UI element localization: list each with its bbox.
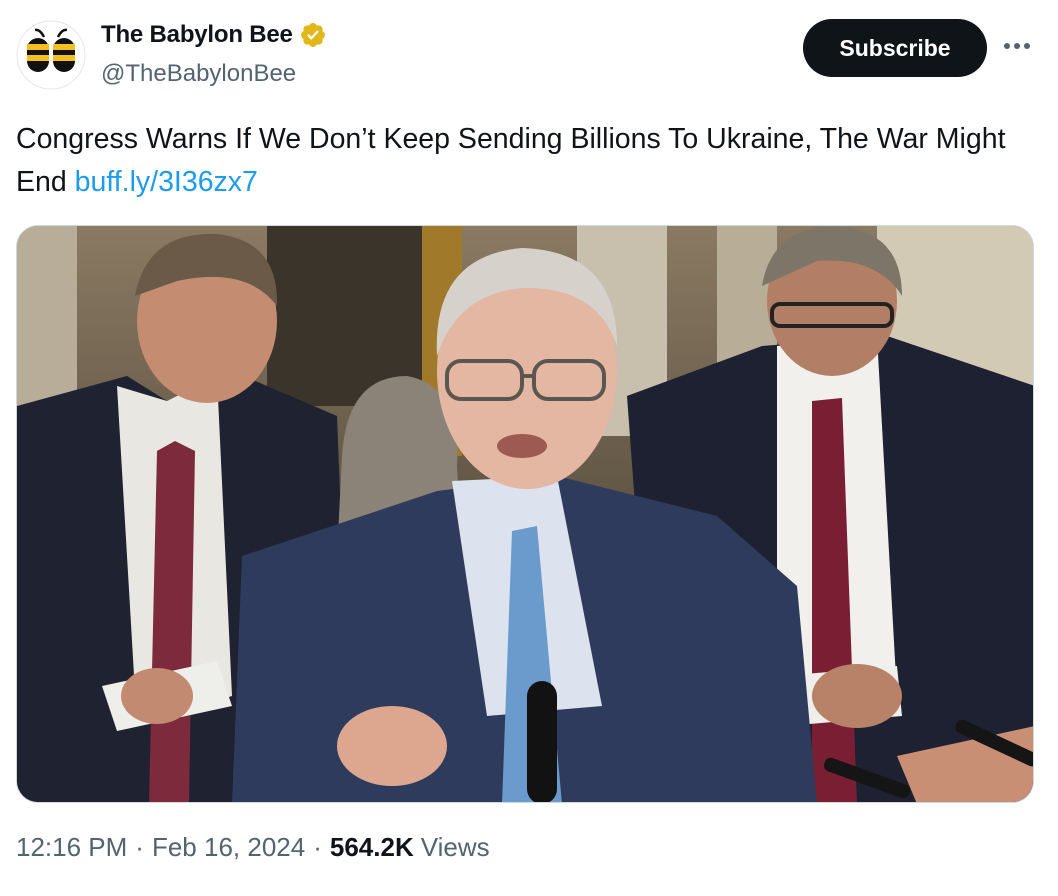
tweet-meta: 12:16 PM · Feb 16, 2024 · 564.2K Views <box>16 832 490 863</box>
author-name-row: The Babylon Bee <box>101 21 327 49</box>
more-options-icon <box>1004 43 1030 49</box>
tweet-date[interactable]: Feb 16, 2024 <box>152 832 305 863</box>
views-label: Views <box>420 832 490 862</box>
more-options-button[interactable] <box>1000 32 1034 60</box>
avatar[interactable] <box>16 20 86 90</box>
press-conference-photo <box>17 226 1033 802</box>
tweet-time[interactable]: 12:16 PM <box>16 832 127 863</box>
meta-separator: · <box>313 832 322 862</box>
views-count: 564.2K <box>329 832 414 862</box>
author-handle[interactable]: @TheBabylonBee <box>101 60 296 88</box>
babylon-bee-logo-icon <box>16 20 86 90</box>
display-name[interactable]: The Babylon Bee <box>101 21 293 49</box>
tweet-link[interactable]: buff.ly/3I36zx7 <box>75 166 258 198</box>
gold-verified-badge-icon[interactable] <box>299 21 327 49</box>
meta-separator: · <box>135 832 144 862</box>
tweet-photo[interactable] <box>16 225 1034 803</box>
tweet-text: Congress Warns If We Don’t Keep Sending … <box>16 118 1026 204</box>
subscribe-button[interactable]: Subscribe <box>803 19 987 77</box>
